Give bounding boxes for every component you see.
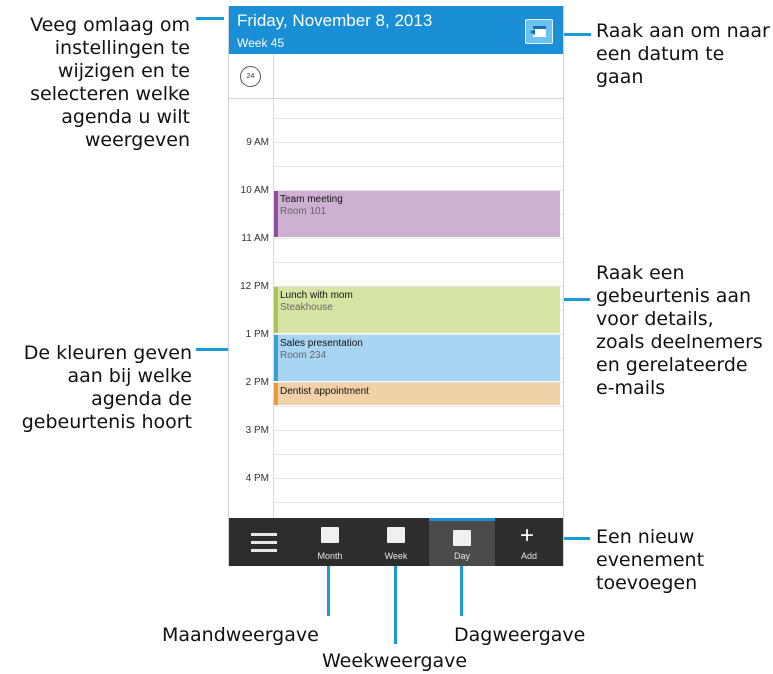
callout-goto-date: Raak aan om naar een datum te gaan [596,20,770,88]
hour-label: 10 AM [240,185,269,196]
month-calendar-icon [321,527,339,543]
go-to-date-button[interactable] [525,19,553,44]
plus-icon: + [520,522,535,549]
hamburger-menu-icon [251,533,277,557]
callout-line-week [394,566,397,644]
callout-week-view: Weekweergave [322,650,468,672]
callout-line-top-right [563,33,591,36]
week-label: Week [384,551,408,561]
week-number: Week 45 [237,36,285,50]
hour-label: 4 PM [245,473,269,484]
month-label: Month [317,551,343,561]
hour-label: 3 PM [245,425,269,436]
event-title: Dentist appointment [280,386,369,397]
event-location: Room 234 [280,350,327,361]
event-location: Steakhouse [280,302,333,313]
event-color-bar [274,191,278,237]
bottom-action-bar: Month Week Day + Add [229,518,563,566]
callout-add-event: Een nieuw evenement toevoegen [596,526,705,594]
event-color-bar [274,287,278,333]
add-event-button[interactable]: + Add [495,518,563,566]
callout-line-month [327,566,330,616]
event-sales-presentation[interactable]: Sales presentation Room 234 [274,335,560,381]
event-dentist-appointment[interactable]: Dentist appointment [274,383,560,405]
callout-line-top-left [196,17,224,20]
event-title: Lunch with mom [280,290,353,301]
hour-label: 12 PM [240,281,269,292]
all-day-row[interactable]: 24 [229,54,563,99]
event-color-bar [274,335,278,381]
callout-colors: De kleuren geven aan bij welke agenda de g… [21,342,192,433]
hour-label: 9 AM [246,137,269,148]
calendar-screen: Friday, November 8, 2013 Week 45 24 9 AM… [228,6,564,566]
clock-24-icon[interactable]: 24 [240,66,261,87]
day-calendar-icon [453,530,471,546]
hour-label: 2 PM [245,377,269,388]
event-lunch-with-mom[interactable]: Lunch with mom Steakhouse [274,287,560,333]
month-view-button[interactable]: Month [297,518,363,566]
hour-label: 11 AM [241,233,269,244]
event-color-bar [274,383,278,405]
callout-month-view: Maandweergave [162,624,319,646]
add-label: Add [520,551,537,561]
callout-day-view: Dagweergave [454,624,586,646]
calendar-header[interactable]: Friday, November 8, 2013 Week 45 [229,6,563,54]
menu-button[interactable] [229,518,297,566]
callout-event-details: Raak een gebeurtenis aan voor details, zoa… [596,262,763,399]
day-view-button[interactable]: Day [429,518,495,566]
week-calendar-icon [387,527,405,543]
day-label: Day [453,551,470,561]
event-title: Team meeting [280,194,343,205]
callout-swipe-settings: Veeg omlaag om instellingen te wijzigen en… [30,14,190,151]
calendar-jump-icon [530,26,546,37]
callout-line-day [460,566,463,616]
event-title: Sales presentation [280,338,363,349]
event-team-meeting[interactable]: Team meeting Room 101 [274,191,560,237]
event-location: Room 101 [280,206,327,217]
date-title: Friday, November 8, 2013 [237,11,433,30]
week-view-button[interactable]: Week [363,518,429,566]
hour-label: 1 PM [245,329,269,340]
